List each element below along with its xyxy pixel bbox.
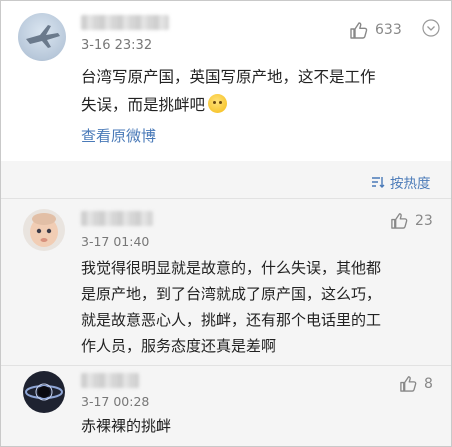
avatar[interactable]: [23, 371, 65, 413]
like-button[interactable]: 633: [349, 20, 402, 40]
like-count: 8: [424, 375, 433, 392]
like-count: 23: [415, 212, 433, 229]
thumb-up-icon: [350, 22, 368, 39]
emoji-icon: [208, 94, 228, 113]
comment-text: 赤裸裸的挑衅: [81, 413, 426, 439]
comment-item: 3-17 00:28 8 赤裸裸的挑衅: [1, 366, 451, 446]
comment-line: 是原产地，到了台湾就成了原产国，这么巧，: [81, 285, 382, 303]
username-blurred[interactable]: [81, 211, 153, 226]
like-button[interactable]: 23: [390, 211, 433, 230]
post-time: 3-16 23:32: [81, 38, 153, 53]
post-content-text: 失误，而是挑衅吧: [81, 96, 206, 114]
post-content-line-2: 失误，而是挑衅吧: [81, 91, 426, 119]
comment-line: 赤裸裸的挑衅: [81, 417, 172, 435]
comment-line: 作人员，服务态度还真是差啊: [81, 337, 277, 355]
username-blurred[interactable]: [81, 373, 139, 388]
post-content-line: 台湾写原产国，英国写原产地，这不是工作: [81, 68, 376, 86]
more-chevron-icon: [422, 19, 440, 37]
comment-line: 就是故意恶心人，挑衅，还有那个电话里的工: [81, 311, 382, 329]
sort-icon: [372, 177, 385, 188]
galaxy-avatar-icon: [23, 371, 65, 413]
comment-line: 我觉得很明显就是故意的，什么失误，其他都: [81, 259, 382, 277]
comment-time: 3-17 00:28: [81, 394, 150, 409]
thumb-up-icon: [391, 213, 408, 229]
baby-avatar-icon: [23, 209, 65, 251]
weibo-comment-view: 3-16 23:32 633 台湾写原产国，英国写原产地，这不是工作 失误，而是…: [0, 0, 452, 447]
main-post: 3-16 23:32 633 台湾写原产国，英国写原产地，这不是工作 失误，而是…: [1, 1, 451, 161]
view-original-link[interactable]: 查看原微博: [81, 125, 156, 146]
avatar[interactable]: [18, 13, 66, 61]
comment-text: 我觉得很明显就是故意的，什么失误，其他都 是原产地，到了台湾就成了原产国，这么巧…: [81, 255, 426, 359]
sort-by-heat-button[interactable]: 按热度: [371, 172, 431, 192]
more-options[interactable]: [422, 19, 440, 37]
username-blurred[interactable]: [81, 15, 169, 30]
comment-time: 3-17 01:40: [81, 234, 150, 249]
like-count: 633: [375, 22, 402, 38]
thumb-up-icon: [400, 376, 417, 392]
jet-plane-icon: [26, 25, 60, 48]
like-button[interactable]: 8: [399, 374, 433, 393]
post-content: 台湾写原产国，英国写原产地，这不是工作 失误，而是挑衅吧: [81, 63, 426, 119]
sort-label: 按热度: [390, 176, 431, 192]
comment-item: 3-17 01:40 23 我觉得很明显就是故意的，什么失误，其他都 是原产地，…: [1, 199, 451, 365]
avatar[interactable]: [23, 209, 65, 251]
